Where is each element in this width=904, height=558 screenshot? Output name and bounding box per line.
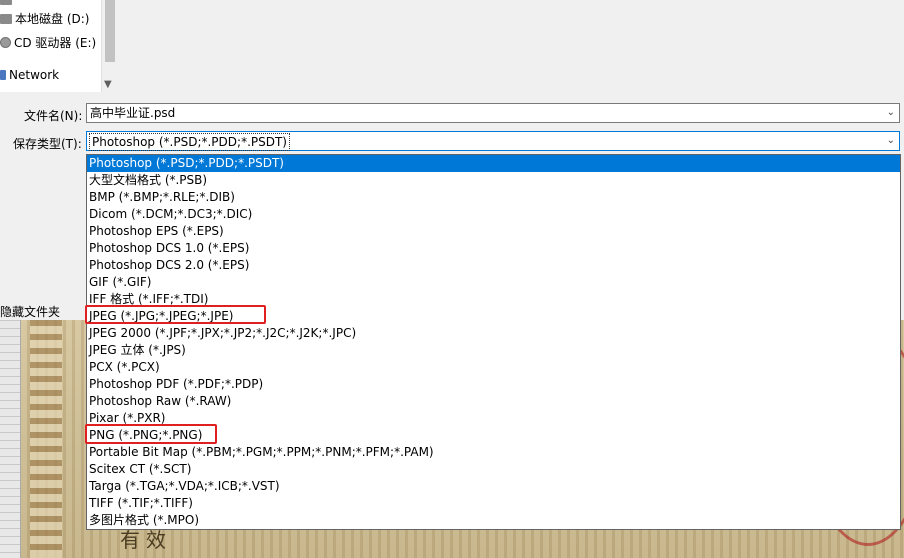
drive-icon [0, 14, 12, 24]
format-option[interactable]: Photoshop Raw (*.RAW) [87, 393, 900, 410]
format-option[interactable]: Dicom (*.DCM;*.DC3;*.DIC) [87, 206, 900, 223]
nav-item-drive-d[interactable]: 本地磁盘 (D:) [0, 9, 89, 29]
save-type-select[interactable]: Photoshop (*.PSD;*.PDD;*.PSDT) ⌄ [86, 131, 900, 151]
nav-item-label: Network [9, 68, 60, 82]
format-option[interactable]: JPEG 立体 (*.JPS) [87, 342, 900, 359]
format-option[interactable]: BMP (*.BMP;*.RLE;*.DIB) [87, 189, 900, 206]
hide-folders-button[interactable]: 隐藏文件夹 [0, 303, 60, 320]
filename-value: 高中毕业证.psd [90, 106, 176, 120]
format-option[interactable]: Photoshop PDF (*.PDF;*.PDP) [87, 376, 900, 393]
nav-item-label: 本地磁盘 (D:) [15, 12, 90, 26]
format-option[interactable]: Portable Bit Map (*.PBM;*.PGM;*.PPM;*.PN… [87, 444, 900, 461]
png-highlight-box [85, 424, 217, 444]
nav-scrollbar-thumb[interactable] [105, 0, 115, 62]
jpeg-highlight-box [85, 305, 266, 324]
format-option[interactable]: JPEG 2000 (*.JPF;*.JPX;*.JP2;*.J2C;*.J2K… [87, 325, 900, 342]
network-icon [0, 70, 6, 80]
save-type-dropdown-list[interactable]: Photoshop (*.PSD;*.PDD;*.PSDT) 大型文档格式 (*… [86, 154, 901, 530]
nav-item-label: CD 驱动器 (E:) [14, 36, 97, 50]
nav-scrollbar[interactable]: ▼ [101, 0, 118, 92]
format-option[interactable]: PCX (*.PCX) [87, 359, 900, 376]
vertical-ruler [0, 320, 21, 558]
filename-input[interactable]: 高中毕业证.psd ⌄ [86, 103, 900, 123]
format-option[interactable]: 多图片格式 (*.MPO) [87, 512, 900, 529]
navigation-pane: 本地磁盘 (D:) CD 驱动器 (E:) Network ▼ [0, 0, 118, 92]
chevron-down-icon[interactable]: ⌄ [887, 104, 895, 122]
certificate-border-pattern [30, 320, 62, 558]
format-option[interactable]: GIF (*.GIF) [87, 274, 900, 291]
nav-item-cd-drive-e[interactable]: CD 驱动器 (E:) [0, 33, 96, 53]
format-option[interactable]: 大型文档格式 (*.PSB) [87, 172, 900, 189]
save-type-value: Photoshop (*.PSD;*.PDD;*.PSDT) [89, 133, 290, 151]
format-option[interactable]: Photoshop EPS (*.EPS) [87, 223, 900, 240]
format-option[interactable]: Photoshop DCS 2.0 (*.EPS) [87, 257, 900, 274]
format-option[interactable]: Photoshop (*.PSD;*.PDD;*.PSDT) [87, 155, 900, 172]
chevron-down-icon[interactable]: ⌄ [887, 132, 895, 150]
format-option[interactable]: Scitex CT (*.SCT) [87, 461, 900, 478]
format-option[interactable]: Photoshop DCS 1.0 (*.EPS) [87, 240, 900, 257]
nav-item-network[interactable]: Network [0, 65, 59, 85]
cd-drive-icon [0, 37, 11, 48]
filename-label: 文件名(N): [24, 109, 83, 123]
drive-icon [0, 0, 12, 5]
save-type-label: 保存类型(T): [13, 137, 82, 151]
chevron-down-icon[interactable]: ▼ [104, 79, 112, 90]
format-option[interactable]: TIFF (*.TIF;*.TIFF) [87, 495, 900, 512]
format-option[interactable]: Targa (*.TGA;*.VDA;*.ICB;*.VST) [87, 478, 900, 495]
